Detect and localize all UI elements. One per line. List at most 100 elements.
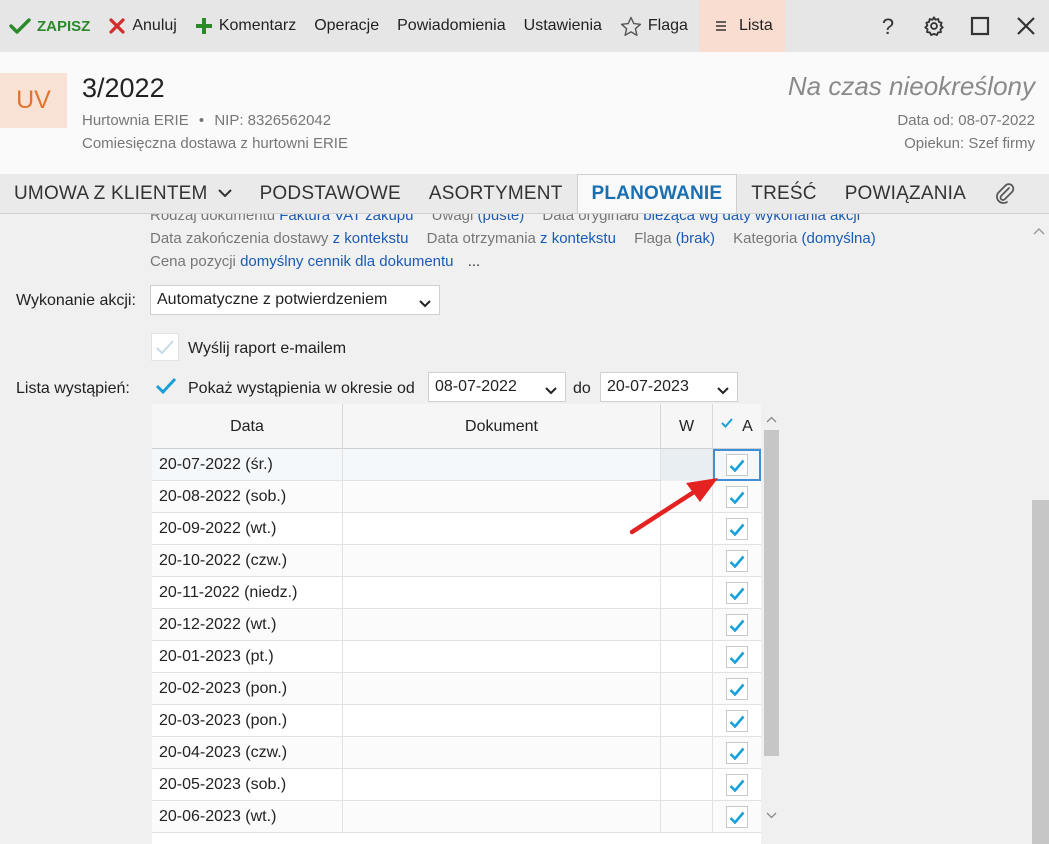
- cell-a[interactable]: [713, 673, 761, 705]
- cell-document[interactable]: [343, 737, 661, 769]
- cell-date[interactable]: 20-01-2023 (pt.): [152, 641, 343, 673]
- cell-document[interactable]: [343, 673, 661, 705]
- date-to-select[interactable]: 20-07-2023: [600, 372, 738, 402]
- cell-date[interactable]: 20-06-2023 (wt.): [152, 801, 343, 833]
- row-checkbox[interactable]: [726, 742, 748, 764]
- table-row[interactable]: 20-02-2023 (pon.): [152, 673, 761, 705]
- table-scrollbar[interactable]: [763, 404, 780, 824]
- show-occurrences-checkbox[interactable]: [152, 372, 180, 400]
- cell-date[interactable]: 20-10-2022 (czw.): [152, 545, 343, 577]
- row-checkbox[interactable]: [726, 486, 748, 508]
- info-link[interactable]: z kontekstu: [333, 230, 409, 247]
- table-row[interactable]: 20-04-2023 (czw.): [152, 737, 761, 769]
- row-checkbox[interactable]: [726, 774, 748, 796]
- cell-w[interactable]: [661, 673, 713, 705]
- tab-assortment[interactable]: ASORTYMENT: [415, 174, 577, 213]
- cell-a[interactable]: [713, 577, 761, 609]
- table-scrollbar-thumb[interactable]: [764, 430, 779, 756]
- row-checkbox[interactable]: [726, 678, 748, 700]
- cell-document[interactable]: [343, 545, 661, 577]
- info-link[interactable]: (brak): [676, 230, 715, 247]
- more-link[interactable]: ...: [468, 253, 481, 270]
- cell-w[interactable]: [661, 769, 713, 801]
- date-from-select[interactable]: 08-07-2022: [428, 372, 566, 402]
- cell-document[interactable]: [343, 481, 661, 513]
- maximize-button[interactable]: [957, 0, 1003, 52]
- row-checkbox[interactable]: [726, 518, 748, 540]
- cell-a[interactable]: [713, 513, 761, 545]
- settings-gear-button[interactable]: [911, 0, 957, 52]
- cell-document[interactable]: [343, 641, 661, 673]
- info-link[interactable]: (puste): [478, 214, 525, 224]
- column-a[interactable]: A: [713, 404, 761, 449]
- table-row[interactable]: 20-05-2023 (sob.): [152, 769, 761, 801]
- cell-a[interactable]: [713, 801, 761, 833]
- cell-a[interactable]: [713, 705, 761, 737]
- settings-button[interactable]: Ustawienia: [515, 0, 611, 52]
- notifications-button[interactable]: Powiadomienia: [388, 0, 515, 52]
- attachments-tab[interactable]: [980, 174, 1030, 213]
- cell-a[interactable]: [713, 449, 761, 481]
- cell-w[interactable]: [661, 705, 713, 737]
- scroll-down-icon[interactable]: [766, 806, 777, 824]
- column-document[interactable]: Dokument: [343, 404, 661, 449]
- cell-document[interactable]: [343, 769, 661, 801]
- cell-document[interactable]: [343, 449, 661, 481]
- close-window-button[interactable]: [1003, 0, 1049, 52]
- info-link[interactable]: bieżąca wg daty wykonania akcji: [643, 214, 860, 224]
- action-select[interactable]: Automatyczne z potwierdzeniem: [150, 285, 440, 315]
- cell-date[interactable]: 20-08-2022 (sob.): [152, 481, 343, 513]
- cell-a[interactable]: [713, 769, 761, 801]
- row-checkbox[interactable]: [726, 646, 748, 668]
- save-button[interactable]: ZAPISZ: [0, 0, 99, 52]
- table-row[interactable]: 20-10-2022 (czw.): [152, 545, 761, 577]
- cell-date[interactable]: 20-05-2023 (sob.): [152, 769, 343, 801]
- info-link[interactable]: (domyślna): [802, 230, 876, 247]
- info-link[interactable]: Faktura VAT zakupu: [279, 214, 413, 224]
- list-button[interactable]: Lista: [698, 0, 785, 52]
- cell-document[interactable]: [343, 513, 661, 545]
- operations-button[interactable]: Operacje: [305, 0, 388, 52]
- help-button[interactable]: ?: [865, 0, 911, 52]
- comment-button[interactable]: Komentarz: [186, 0, 305, 52]
- cell-a[interactable]: [713, 609, 761, 641]
- row-checkbox[interactable]: [726, 582, 748, 604]
- cell-w[interactable]: [661, 545, 713, 577]
- cell-date[interactable]: 20-03-2023 (pon.): [152, 705, 343, 737]
- cell-date[interactable]: 20-12-2022 (wt.): [152, 609, 343, 641]
- table-row[interactable]: 20-06-2023 (wt.): [152, 801, 761, 833]
- cell-document[interactable]: [343, 801, 661, 833]
- email-report-checkbox[interactable]: [151, 333, 179, 361]
- tab-contract[interactable]: UMOWA Z KLIENTEM: [0, 174, 246, 213]
- page-scrollbar-thumb[interactable]: [1032, 500, 1049, 844]
- table-row[interactable]: 20-03-2023 (pon.): [152, 705, 761, 737]
- row-checkbox[interactable]: [726, 806, 748, 828]
- row-checkbox[interactable]: [726, 550, 748, 572]
- cell-date[interactable]: 20-09-2022 (wt.): [152, 513, 343, 545]
- row-checkbox[interactable]: [726, 710, 748, 732]
- tab-content[interactable]: TREŚĆ: [737, 174, 830, 213]
- cell-document[interactable]: [343, 577, 661, 609]
- row-checkbox[interactable]: [726, 614, 748, 636]
- column-w[interactable]: W: [661, 404, 713, 449]
- cell-date[interactable]: 20-07-2022 (śr.): [152, 449, 343, 481]
- table-row[interactable]: 20-11-2022 (niedz.): [152, 577, 761, 609]
- cell-date[interactable]: 20-04-2023 (czw.): [152, 737, 343, 769]
- table-row[interactable]: 20-01-2023 (pt.): [152, 641, 761, 673]
- cell-w[interactable]: [661, 641, 713, 673]
- cell-a[interactable]: [713, 737, 761, 769]
- cell-date[interactable]: 20-02-2023 (pon.): [152, 673, 343, 705]
- info-link[interactable]: z kontekstu: [540, 230, 616, 247]
- row-checkbox[interactable]: [726, 454, 748, 476]
- chevron-up-icon[interactable]: [1033, 222, 1045, 240]
- flag-button[interactable]: Flaga: [611, 0, 697, 52]
- cell-a[interactable]: [713, 481, 761, 513]
- table-row[interactable]: 20-12-2022 (wt.): [152, 609, 761, 641]
- tab-links[interactable]: POWIĄZANIA: [831, 174, 980, 213]
- company-name[interactable]: Hurtownia ERIE: [82, 112, 189, 129]
- info-link[interactable]: domyślny cennik dla dokumentu: [240, 253, 453, 270]
- cell-date[interactable]: 20-11-2022 (niedz.): [152, 577, 343, 609]
- cell-w[interactable]: [661, 577, 713, 609]
- cell-a[interactable]: [713, 641, 761, 673]
- cell-a[interactable]: [713, 545, 761, 577]
